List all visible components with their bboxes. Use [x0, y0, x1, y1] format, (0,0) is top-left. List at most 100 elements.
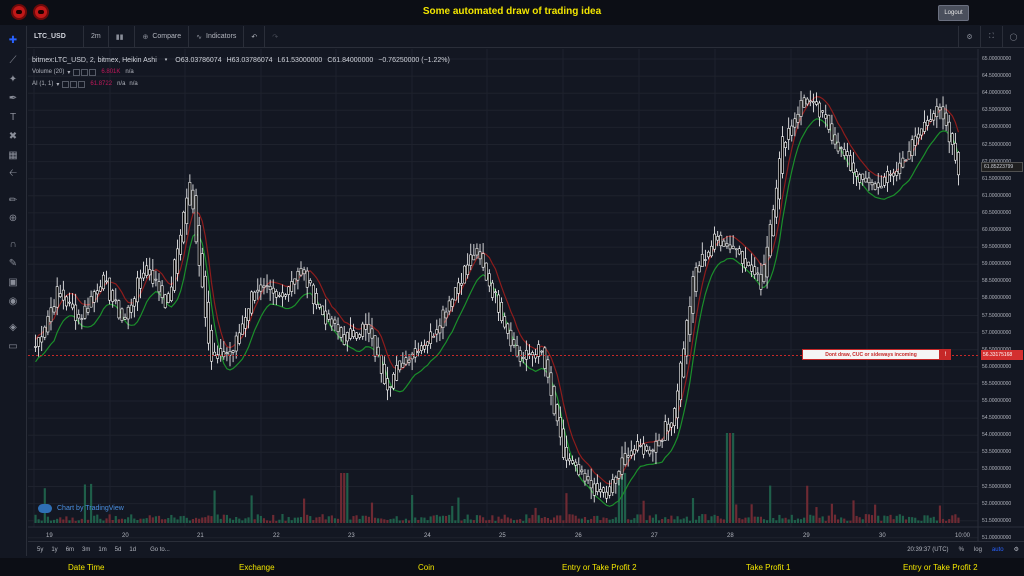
text-tool-icon[interactable]: T — [5, 109, 21, 125]
close-icon[interactable] — [78, 80, 86, 88]
percent-toggle[interactable]: % — [954, 547, 969, 553]
volume-bar — [799, 519, 803, 523]
candle-body — [256, 289, 260, 293]
trash-icon[interactable]: ▭ — [5, 338, 21, 354]
layers-icon[interactable]: ◈ — [5, 319, 21, 335]
volume-bar — [648, 515, 651, 523]
redo-button[interactable]: ↷ — [265, 26, 285, 47]
volume-bar — [870, 515, 874, 523]
compare-button[interactable]: ⊕ Compare — [135, 26, 190, 47]
volume-bar — [309, 516, 312, 523]
crosshair-tool-icon[interactable]: ✚ — [5, 32, 21, 48]
magnet-icon[interactable]: ∩ — [5, 236, 21, 252]
lock-icon[interactable]: ▣ — [5, 274, 21, 290]
candle-body — [923, 121, 926, 132]
eye-icon[interactable]: ◉ — [5, 293, 21, 309]
trendline-tool-icon[interactable]: ⟋ — [5, 52, 21, 68]
price-axis-label: 60.00000000 — [982, 227, 1012, 233]
snapshot-button[interactable]: ◯ — [1002, 26, 1024, 47]
candle-body — [352, 330, 355, 337]
range-button-1d[interactable]: 1d — [125, 547, 140, 553]
candle-body — [642, 443, 645, 455]
settings-button[interactable]: ⚙ — [958, 26, 980, 47]
volume-bar — [633, 518, 636, 523]
close-icon[interactable] — [89, 68, 97, 76]
price-chart[interactable] — [28, 49, 1024, 541]
undo-button[interactable]: ↶ — [244, 26, 266, 47]
clock[interactable]: 20:39:37 (UTC) — [902, 547, 953, 553]
footer-entry-tp2: Entry or Take Profit 2 — [562, 563, 637, 572]
candle-body — [386, 378, 389, 391]
volume-bar — [179, 516, 182, 523]
indicators-button[interactable]: ∿ Indicators — [189, 26, 245, 47]
candle-body — [688, 306, 692, 335]
volume-bar — [574, 515, 577, 523]
candle-body — [728, 244, 732, 250]
volume-bar — [914, 517, 917, 523]
range-button-1m[interactable]: 1m — [94, 547, 110, 553]
volume-bar — [901, 515, 904, 523]
candle-body — [670, 422, 673, 428]
candle-body — [484, 262, 488, 281]
range-button-3m[interactable]: 3m — [78, 547, 94, 553]
close-value: C61.84000000 — [327, 56, 374, 64]
dropdown-icon[interactable]: ▾ — [165, 57, 168, 63]
time-range-bar: 5y 1y 6m 3m 1m 5d 1d Go to... 20:39:37 (UTC) %… — [28, 541, 1024, 557]
gear-icon[interactable]: ⚙ — [1009, 546, 1024, 553]
pattern-tool-icon[interactable]: ✖ — [5, 128, 21, 144]
range-button-5y[interactable]: 5y — [33, 547, 47, 553]
brush-tool-icon[interactable]: ✒ — [5, 90, 21, 106]
stay-drawing-icon[interactable]: ✎ — [5, 255, 21, 271]
volume-bar — [225, 514, 228, 523]
volume-bar — [667, 519, 670, 523]
candle-body — [827, 114, 831, 130]
candle-body — [293, 278, 297, 285]
logout-button[interactable]: Logout — [938, 5, 969, 21]
eye-icon[interactable] — [62, 80, 70, 88]
log-toggle[interactable]: log — [969, 547, 987, 553]
series-title[interactable]: bitmex:LTC_USD, 2, bitmex, Heikin Ashi — [32, 57, 157, 64]
gear-icon[interactable] — [81, 68, 89, 76]
volume-bar — [52, 519, 56, 523]
volume-label[interactable]: Volume (20) — [32, 69, 64, 75]
volume-bar — [398, 520, 401, 523]
fib-tool-icon[interactable]: ✦ — [5, 71, 21, 87]
annotation-flag-icon[interactable]: ! — [940, 349, 951, 360]
candle-body — [947, 121, 951, 143]
volume-bar — [664, 517, 667, 523]
volume-bar — [117, 519, 120, 523]
gear-icon[interactable] — [70, 80, 78, 88]
candle-body — [271, 287, 275, 294]
candle-body — [345, 332, 349, 342]
dropdown-icon[interactable]: ▾ — [56, 81, 59, 88]
volume-bar — [759, 516, 762, 523]
volume-bar — [778, 514, 781, 523]
zoom-in-icon[interactable]: ⊕ — [5, 210, 21, 226]
eye-icon[interactable] — [73, 68, 81, 76]
tradingview-branding[interactable]: Chart by TradingView — [38, 504, 124, 513]
volume-bar — [148, 515, 151, 523]
volume-bar — [843, 518, 846, 523]
interval-button[interactable]: 2m — [84, 26, 109, 47]
chart-style-button[interactable]: ▮▮ — [109, 26, 136, 47]
annotation-box[interactable]: Dont draw, CUC or sideways incoming — [802, 349, 940, 360]
candle-body — [682, 348, 686, 378]
candle-body — [926, 120, 929, 126]
volume-bar — [262, 518, 266, 523]
ai-label[interactable]: AI (1, 1) — [32, 81, 53, 87]
volume-bar — [417, 519, 420, 523]
goto-button[interactable]: Go to... — [146, 547, 174, 553]
range-button-5d[interactable]: 5d — [111, 547, 126, 553]
volume-bar — [756, 516, 759, 523]
volume-bar — [377, 518, 380, 523]
ruler-tool-icon[interactable]: ✏ — [5, 192, 21, 208]
back-arrow-icon[interactable]: 🡠 — [5, 166, 21, 182]
dropdown-icon[interactable]: ▾ — [67, 69, 70, 76]
prediction-tool-icon[interactable]: ▦ — [5, 147, 21, 163]
chart-area[interactable]: bitmex:LTC_USD, 2, bitmex, Heikin Ashi ▾… — [28, 49, 1024, 541]
range-button-1y[interactable]: 1y — [47, 547, 61, 553]
range-button-6m[interactable]: 6m — [62, 547, 78, 553]
auto-toggle[interactable]: auto — [987, 547, 1009, 553]
candle-body — [537, 344, 541, 357]
fullscreen-button[interactable]: ⛶ — [980, 26, 1002, 47]
